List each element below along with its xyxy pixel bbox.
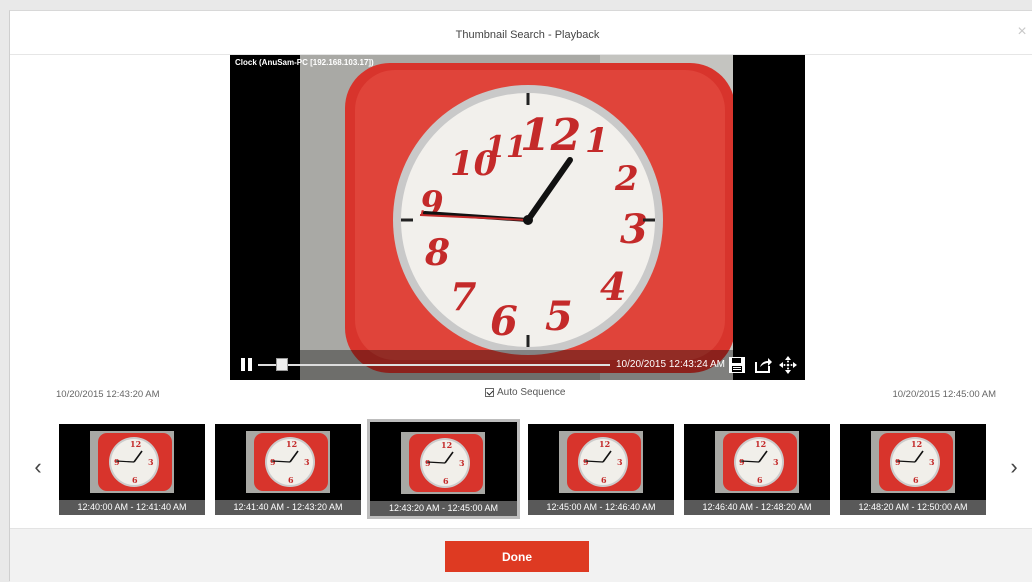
svg-text:9: 9 [420,184,444,224]
export-icon[interactable] [754,356,772,374]
seek-track[interactable] [258,364,610,366]
svg-text:5: 5 [545,293,573,340]
range-start-time: 10/20/2015 12:43:20 AM [56,389,160,400]
svg-text:12: 12 [130,439,141,449]
clock-video-image: 12 1 2 3 4 5 6 7 8 9 10 11 [300,55,735,380]
dialog-title: Thumbnail Search - Playback [455,29,600,41]
move-icon[interactable] [779,356,797,374]
thumbnail-item[interactable]: 12 3 6 9 12:48:20 AM - 12:50:00 AM [840,424,986,515]
thumbnail-item[interactable]: 12 3 6 9 12:40:00 AM - 12:41:40 AM [59,424,205,515]
svg-text:11: 11 [485,130,527,165]
svg-text:6: 6 [757,475,763,485]
thumbnail-image: 12 3 6 9 [246,431,330,493]
thumbnail-image: 12 3 6 9 [871,431,955,493]
seek-handle[interactable] [275,358,288,371]
svg-text:9: 9 [114,457,120,467]
svg-text:9: 9 [895,457,901,467]
dialog-titlebar: Thumbnail Search - Playback × [10,11,1032,55]
svg-text:9: 9 [739,457,745,467]
thumbnail-item[interactable]: 12 3 6 9 12:41:40 AM - 12:43:20 AM [215,424,361,515]
prev-arrow-icon[interactable]: ‹ [30,455,46,479]
svg-text:9: 9 [425,458,431,468]
thumbnail-image: 12 3 6 9 [559,431,643,493]
thumbnail-caption: 12:40:00 AM - 12:41:40 AM [59,500,205,515]
thumbnail-caption: 12:43:20 AM - 12:45:00 AM [370,501,517,516]
checkbox-checked-icon[interactable] [485,388,494,397]
thumbnail-image: 12 3 6 9 [90,431,174,493]
video-player[interactable]: 12 1 2 3 4 5 6 7 8 9 10 11 Clock (AnuSam… [230,55,805,380]
svg-text:6: 6 [490,298,518,345]
thumbnail-item[interactable]: 12 3 6 9 12:45:00 AM - 12:46:40 AM [528,424,674,515]
save-icon[interactable] [728,356,746,374]
svg-text:4: 4 [600,264,626,309]
done-button[interactable]: Done [445,541,589,572]
thumbnail-caption: 12:41:40 AM - 12:43:20 AM [215,500,361,515]
next-arrow-icon[interactable]: › [1006,455,1022,479]
svg-text:6: 6 [601,475,607,485]
thumbnail-item-selected[interactable]: 12 3 6 9 12:43:20 AM - 12:45:00 AM [367,419,520,519]
svg-text:3: 3 [929,457,935,467]
svg-text:3: 3 [617,457,623,467]
thumbnail-image: 12 3 6 9 [401,432,485,494]
svg-text:7: 7 [450,274,476,319]
svg-text:3: 3 [459,458,465,468]
svg-text:12: 12 [286,439,297,449]
svg-text:8: 8 [424,232,450,274]
camera-label: Clock (AnuSam-PC [192.168.103.17]) [235,58,374,67]
pause-icon[interactable] [241,358,253,371]
player-controls: 10/20/2015 12:43:24 AM [230,350,805,380]
svg-text:2: 2 [614,159,639,199]
svg-text:12: 12 [911,439,922,449]
thumbnail-caption: 12:48:20 AM - 12:50:00 AM [840,500,986,515]
svg-text:1: 1 [585,121,609,161]
svg-text:9: 9 [270,457,276,467]
svg-text:6: 6 [132,475,138,485]
range-end-time: 10/20/2015 12:45:00 AM [892,389,996,400]
close-icon[interactable]: × [1015,24,1029,40]
svg-text:3: 3 [148,457,154,467]
thumbnail-image: 12 3 6 9 [715,431,799,493]
svg-text:3: 3 [773,457,779,467]
svg-text:3: 3 [304,457,310,467]
svg-text:6: 6 [913,475,919,485]
auto-sequence-label: Auto Sequence [497,387,566,398]
svg-text:12: 12 [599,439,610,449]
thumbnail-caption: 12:46:40 AM - 12:48:20 AM [684,500,830,515]
auto-sequence-checkbox[interactable]: Auto Sequence [485,387,565,398]
svg-text:12: 12 [755,439,766,449]
thumbnail-caption: 12:45:00 AM - 12:46:40 AM [528,500,674,515]
svg-text:6: 6 [288,475,294,485]
svg-text:12: 12 [441,440,452,450]
svg-text:12: 12 [520,110,581,161]
thumbnail-item[interactable]: 12 3 6 9 12:46:40 AM - 12:48:20 AM [684,424,830,515]
svg-text:9: 9 [583,457,589,467]
playback-timestamp: 10/20/2015 12:43:24 AM [616,359,725,370]
video-frame: 12 1 2 3 4 5 6 7 8 9 10 11 [300,55,735,380]
svg-text:3: 3 [620,206,648,253]
svg-text:6: 6 [443,476,449,486]
